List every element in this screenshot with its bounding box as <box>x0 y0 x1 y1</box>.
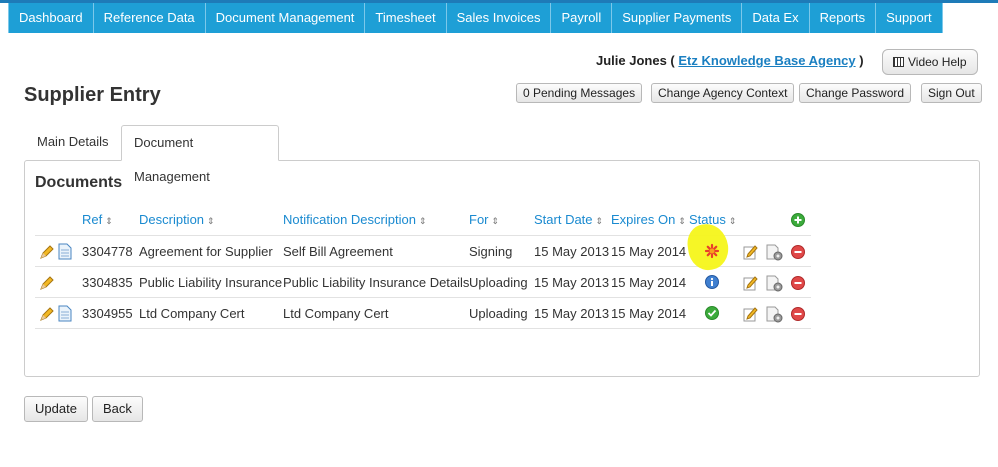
row-divider <box>35 297 811 298</box>
documents-title: Documents <box>35 174 123 191</box>
cell-ref: 3304835 <box>82 275 133 290</box>
cell-notification: Ltd Company Cert <box>283 306 389 321</box>
cell-for: Signing <box>469 244 513 259</box>
pending-messages-button[interactable]: 0 Pending Messages <box>516 83 643 103</box>
remove-icon[interactable] <box>791 245 805 259</box>
settings-document-icon[interactable] <box>766 244 783 261</box>
edit-pencil-icon[interactable] <box>39 275 55 291</box>
cell-for: Uploading <box>469 306 528 321</box>
document-icon[interactable] <box>58 243 72 260</box>
edit-note-icon[interactable] <box>743 306 759 322</box>
edit-pencil-icon[interactable] <box>39 306 55 322</box>
cell-for: Uploading <box>469 275 528 290</box>
cell-description: Public Liability Insurance <box>139 275 283 290</box>
cell-description: Ltd Company Cert <box>139 306 245 321</box>
edit-pencil-icon[interactable] <box>39 244 55 260</box>
edit-note-icon[interactable] <box>743 275 759 291</box>
check-icon <box>705 306 719 320</box>
change-password-button[interactable]: Change Password <box>799 83 912 103</box>
document-icon[interactable] <box>58 305 72 322</box>
cell-notification: Self Bill Agreement <box>283 244 393 259</box>
col-for[interactable]: For ⇕ <box>469 212 499 227</box>
nav-reports[interactable]: Reports <box>810 3 877 33</box>
nav-data-ex[interactable]: Data Ex <box>742 3 810 33</box>
col-description[interactable]: Description ⇕ <box>139 212 215 227</box>
pending-star-icon <box>704 243 720 259</box>
settings-document-icon[interactable] <box>766 275 783 292</box>
nav-sales-invoices[interactable]: Sales Invoices <box>447 3 552 33</box>
col-expires-on[interactable]: Expires On ⇕ <box>611 212 686 227</box>
cell-description: Agreement for Supplier <box>139 244 273 259</box>
row-divider <box>35 328 811 329</box>
nav-timesheet[interactable]: Timesheet <box>365 3 447 33</box>
update-button[interactable]: Update <box>24 396 88 422</box>
user-name: Julie Jones ( <box>596 53 675 68</box>
nav-payroll[interactable]: Payroll <box>551 3 613 33</box>
cell-start-date: 15 May 2013 <box>534 306 610 321</box>
agency-link[interactable]: Etz Knowledge Base Agency <box>678 53 855 68</box>
settings-document-icon[interactable] <box>766 306 783 323</box>
cell-ref: 3304778 <box>82 244 133 259</box>
tab-main-details[interactable]: Main Details <box>25 125 121 161</box>
nav-dashboard[interactable]: Dashboard <box>8 3 94 33</box>
tab-document-management[interactable]: Document Management <box>121 125 279 184</box>
col-ref[interactable]: Ref ⇕ <box>82 212 113 227</box>
cell-notification: Public Liability Insurance Details <box>283 275 470 290</box>
col-start-date[interactable]: Start Date ⇕ <box>534 212 603 227</box>
cell-start-date: 15 May 2013 <box>534 244 610 259</box>
cell-start-date: 15 May 2013 <box>534 275 610 290</box>
cell-expires-on: 15 May 2014 <box>611 275 687 290</box>
user-info: Julie Jones ( Etz Knowledge Base Agency … <box>596 53 864 68</box>
row-divider <box>35 266 811 267</box>
cell-expires-on: 15 May 2014 <box>611 306 687 321</box>
info-icon <box>705 275 719 289</box>
nav-support[interactable]: Support <box>876 3 943 33</box>
edit-note-icon[interactable] <box>743 244 759 260</box>
cell-expires-on: 15 May 2014 <box>611 244 687 259</box>
video-help-label: Video Help <box>908 55 967 69</box>
user-suffix: ) <box>859 53 864 68</box>
film-icon <box>893 57 904 67</box>
remove-icon[interactable] <box>791 276 805 290</box>
back-button[interactable]: Back <box>92 396 143 422</box>
remove-icon[interactable] <box>791 307 805 321</box>
main-nav: Dashboard Reference Data Document Manage… <box>8 3 943 33</box>
nav-document-management[interactable]: Document Management <box>206 3 366 33</box>
change-agency-button[interactable]: Change Agency Context <box>651 83 795 103</box>
nav-reference-data[interactable]: Reference Data <box>94 3 206 33</box>
add-icon[interactable] <box>791 213 805 227</box>
page-title: Supplier Entry <box>24 84 161 106</box>
video-help-button[interactable]: Video Help <box>882 49 978 75</box>
sign-out-button[interactable]: Sign Out <box>921 83 982 103</box>
cell-ref: 3304955 <box>82 306 133 321</box>
col-notification[interactable]: Notification Description ⇕ <box>283 212 427 227</box>
nav-supplier-payments[interactable]: Supplier Payments <box>612 3 743 33</box>
